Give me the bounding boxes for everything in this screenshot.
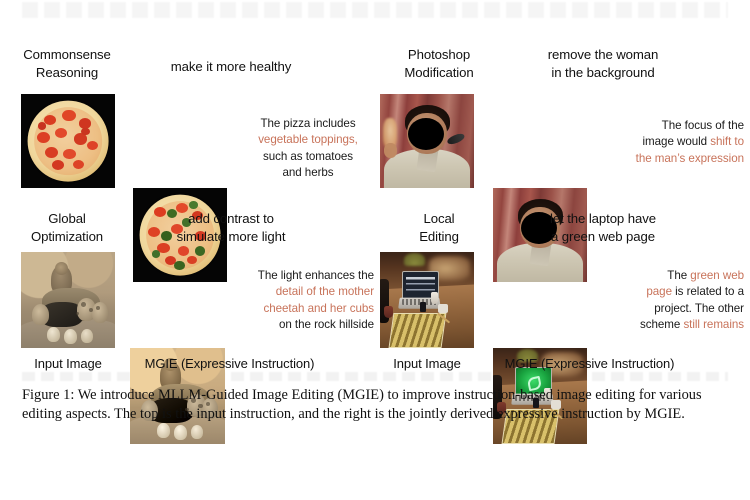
footer-label-output-right: MGIE (Expressive Instruction) — [504, 356, 675, 371]
panel-instruction-local: let the laptop have a green web page — [498, 210, 708, 246]
panel-category-global: Global Optimization — [12, 210, 122, 246]
footer-label-input-left: Input Image — [34, 356, 102, 371]
instruction-line-2: in the background — [551, 64, 655, 80]
instruction-line-1: add contrast to — [188, 211, 274, 226]
instruction-line-1: remove the woman — [547, 47, 659, 62]
figure-page: Commonsense Reasoning make it more healt… — [0, 0, 750, 500]
category-line-1: Local — [423, 211, 455, 226]
category-line-1: Photoshop — [407, 47, 471, 62]
panel-explanation-photoshop: The focus of the image would shift to the … — [635, 119, 744, 165]
panel-category-photoshop: Photoshop Modification — [384, 46, 494, 82]
panel-instruction-commonsense: make it more healthy — [126, 58, 336, 76]
image-man-input — [380, 94, 474, 188]
footer-label-input-right: Input Image — [393, 356, 461, 371]
figure-caption: Figure 1: We introduce MLLM-Guided Image… — [22, 387, 702, 422]
panel-category-local: Local Editing — [384, 210, 494, 246]
instruction-line-2: a green web page — [551, 228, 655, 244]
panel-instruction-photoshop: remove the woman in the background — [498, 46, 708, 82]
category-line-2: Modification — [404, 64, 474, 80]
panel-explanation-global: The light enhances the detail of the moth… — [257, 269, 374, 332]
image-desk-input — [380, 252, 474, 348]
category-line-1: Global — [48, 211, 86, 226]
page-bleed-mid — [22, 372, 728, 381]
instruction-line-2: simulate more light — [176, 228, 286, 244]
instruction-line-1: make it more healthy — [170, 59, 292, 74]
image-cheetah-input — [21, 252, 115, 348]
instruction-line-1: let the laptop have — [550, 211, 656, 226]
panel-local-editing: Local Editing let the laptop have a gree… — [0, 0, 744, 444]
footer-label-output-left: MGIE (Expressive Instruction) — [144, 356, 315, 371]
page-bleed-top — [22, 2, 728, 18]
category-line-2: Editing — [419, 228, 459, 244]
panel-instruction-global: add contrast to simulate more light — [126, 210, 336, 246]
panel-explanation-commonsense: The pizza includes vegetable toppings, suc… — [258, 117, 358, 180]
category-line-2: Optimization — [30, 228, 104, 244]
panel-explanation-local: The green web page is related to a project… — [639, 269, 744, 332]
